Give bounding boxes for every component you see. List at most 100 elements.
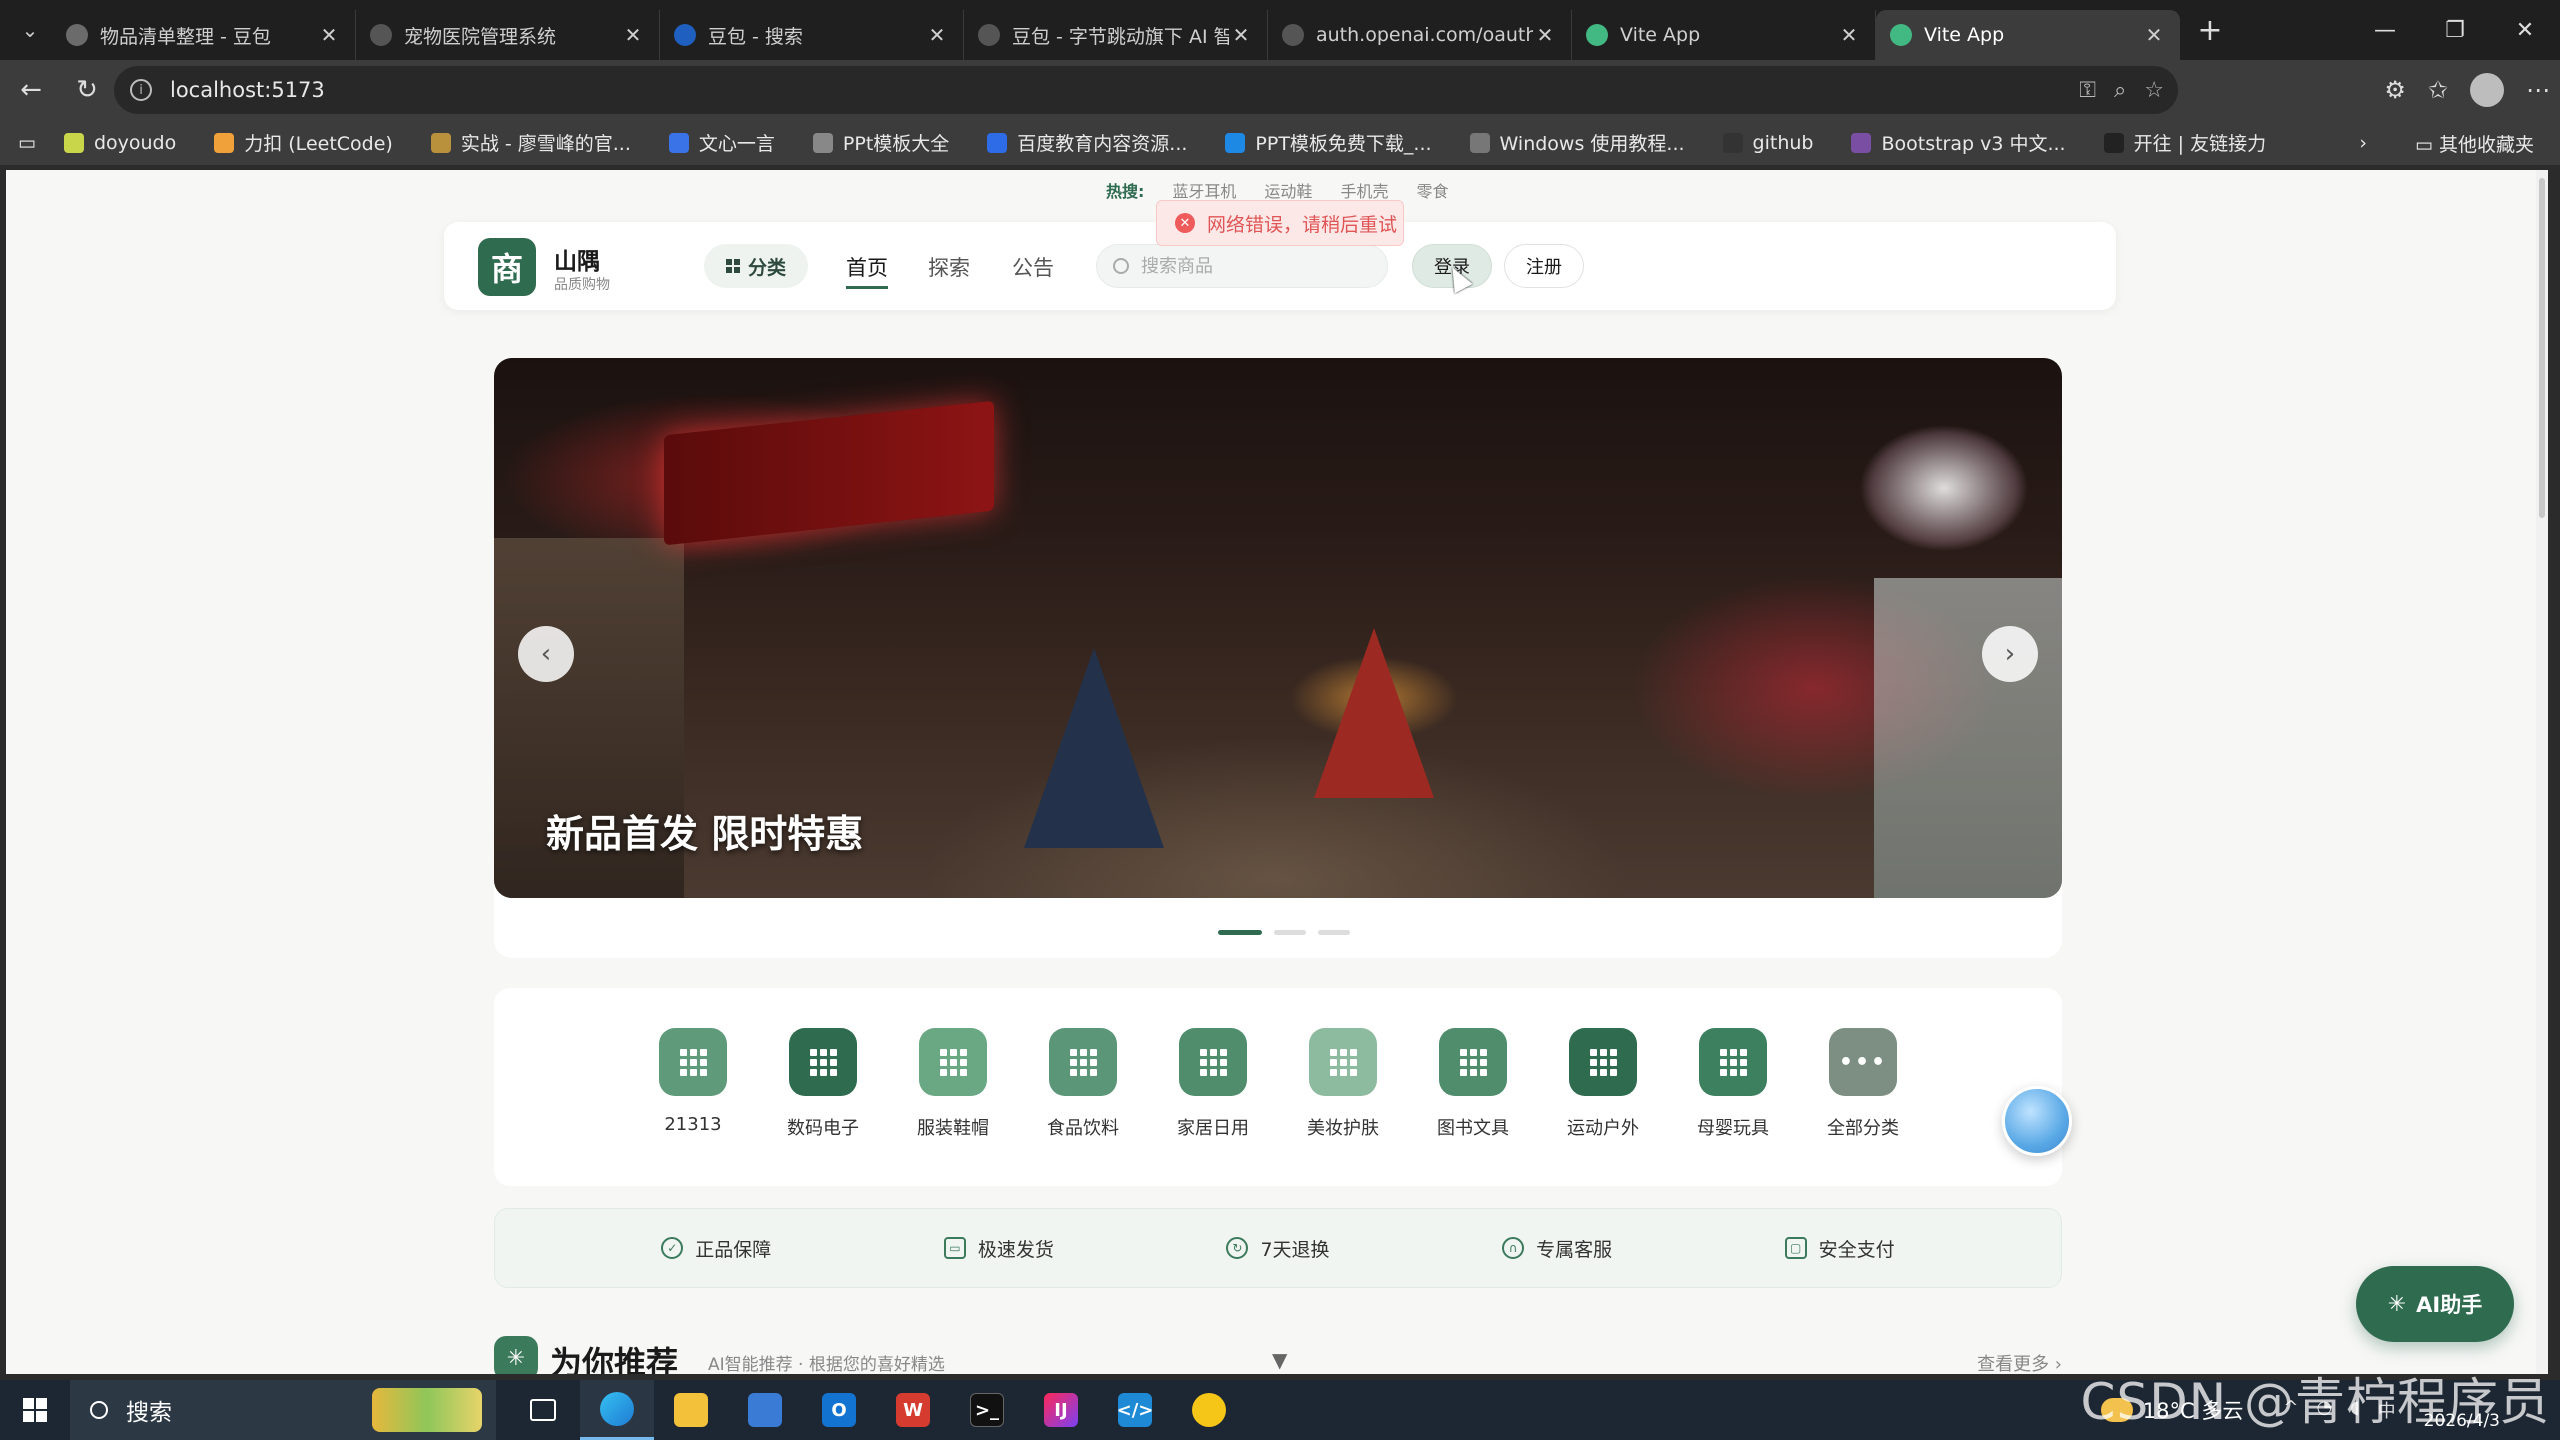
browser-tab[interactable]: 豆包 - 字节跳动旗下 AI 智能 ✕ xyxy=(964,10,1268,60)
browser-tab[interactable]: Vite App ✕ xyxy=(1572,10,1876,60)
tab-close-icon[interactable]: ✕ xyxy=(1229,23,1253,47)
wps-icon[interactable]: W xyxy=(876,1380,950,1440)
app-icon[interactable] xyxy=(1172,1380,1246,1440)
bookmark-item[interactable]: 文心一言 xyxy=(668,129,775,156)
store-icon[interactable] xyxy=(728,1380,802,1440)
intellij-icon[interactable]: IJ xyxy=(1024,1380,1098,1440)
tab-close-icon[interactable]: ✕ xyxy=(1837,23,1861,47)
browser-tab[interactable]: 物品清单整理 - 豆包 ✕ xyxy=(52,10,356,60)
hot-search-item[interactable]: 手机壳 xyxy=(1340,178,1388,202)
nav-explore[interactable]: 探索 xyxy=(928,252,970,282)
search-box[interactable] xyxy=(1096,244,1388,288)
category-item[interactable]: 母婴玩具 xyxy=(1697,1028,1769,1186)
carousel-dot[interactable] xyxy=(1318,930,1350,935)
star-icon[interactable]: ☆ xyxy=(2144,78,2164,103)
category-item[interactable]: 数码电子 xyxy=(787,1028,859,1186)
hot-search-item[interactable]: 蓝牙耳机 xyxy=(1172,178,1236,202)
category-item[interactable]: 21313 xyxy=(659,1028,727,1186)
bookmark-favicon-icon xyxy=(214,132,235,153)
category-label: 运动户外 xyxy=(1567,1118,1639,1139)
ai-assistant-button[interactable]: ✳ AI助手 xyxy=(2356,1266,2514,1342)
restore-icon[interactable]: ❐ xyxy=(2420,0,2490,60)
favorites-icon[interactable]: ✩ xyxy=(2428,76,2448,104)
bookmarks-overflow-icon[interactable]: › xyxy=(2359,132,2367,154)
nav-home[interactable]: 首页 xyxy=(846,252,888,289)
carousel-dot[interactable] xyxy=(1274,930,1306,935)
tab-search-icon[interactable]: ⌄ xyxy=(8,8,52,52)
tab-close-icon[interactable]: ✕ xyxy=(1533,23,1557,47)
start-button[interactable] xyxy=(0,1380,70,1440)
recommend-subtitle: AI智能推荐 · 根据您的喜好精选 xyxy=(708,1355,945,1374)
url-text[interactable]: localhost:5173 xyxy=(170,78,325,102)
outlook-icon[interactable]: O xyxy=(802,1380,876,1440)
edge-icon[interactable] xyxy=(580,1380,654,1440)
page-scrollbar[interactable] xyxy=(2536,170,2548,1374)
key-icon[interactable]: ⚿ xyxy=(2079,78,2096,103)
bookmark-item[interactable]: PPt模板大全 xyxy=(812,129,949,156)
back-icon[interactable]: ← xyxy=(6,65,56,115)
category-item[interactable]: 食品饮料 xyxy=(1047,1028,1119,1186)
category-item[interactable]: 运动户外 xyxy=(1567,1028,1639,1186)
hot-search-item[interactable]: 零食 xyxy=(1416,178,1448,202)
category-item[interactable]: 家居日用 xyxy=(1177,1028,1249,1186)
terminal-icon[interactable]: >_ xyxy=(950,1380,1024,1440)
banner-image[interactable]: 新品首发 限时特惠 ‹ › xyxy=(494,358,2062,898)
grid-icon xyxy=(1049,1028,1117,1096)
bookmarks-toggle-icon[interactable]: ▭ xyxy=(18,132,36,154)
site-info-icon[interactable]: i xyxy=(130,79,152,101)
bookmark-item[interactable]: Windows 使用教程... xyxy=(1469,129,1685,156)
nav-announcement[interactable]: 公告 xyxy=(1012,252,1054,282)
browser-tab[interactable]: 豆包 - 搜索 ✕ xyxy=(660,10,964,60)
carousel-next-icon[interactable]: › xyxy=(1982,626,2038,682)
scroll-down-icon[interactable]: ▼ xyxy=(1272,1348,1287,1372)
bookmark-item[interactable]: Bootstrap v3 中文... xyxy=(1851,129,2066,156)
zoom-icon[interactable]: ⌕ xyxy=(2114,78,2126,103)
vscode-icon[interactable]: </> xyxy=(1098,1380,1172,1440)
carousel-dot[interactable] xyxy=(1218,930,1262,935)
tab-title: Vite App xyxy=(1924,24,2005,46)
category-item[interactable]: 服装鞋帽 xyxy=(917,1028,989,1186)
category-button[interactable]: 分类 xyxy=(704,244,808,288)
new-tab-button[interactable]: + xyxy=(2188,8,2232,52)
category-item[interactable]: ••• 全部分类 xyxy=(1827,1028,1899,1186)
register-button[interactable]: 注册 xyxy=(1504,244,1584,288)
logo[interactable]: 商 xyxy=(478,238,536,296)
bookmark-item[interactable]: PPT模板免费下载_... xyxy=(1225,129,1432,156)
other-bookmarks[interactable]: ▭ 其他收藏夹 xyxy=(2415,130,2534,157)
task-view-icon[interactable] xyxy=(506,1380,580,1440)
window-controls: — ❐ ✕ xyxy=(2350,0,2560,60)
bookmark-item[interactable]: 力扣 (LeetCode) xyxy=(214,129,393,156)
profile-avatar[interactable] xyxy=(2470,73,2504,107)
menu-icon[interactable]: ⋯ xyxy=(2526,76,2550,104)
more-icon: ••• xyxy=(1829,1028,1897,1096)
bookmark-item[interactable]: 实战 - 廖雪峰的官... xyxy=(430,129,631,156)
tab-close-icon[interactable]: ✕ xyxy=(621,23,645,47)
tab-close-icon[interactable]: ✕ xyxy=(317,23,341,47)
close-window-icon[interactable]: ✕ xyxy=(2490,0,2560,60)
browser-tab[interactable]: 宠物医院管理系统 ✕ xyxy=(356,10,660,60)
reload-icon[interactable]: ↻ xyxy=(62,65,112,115)
tab-close-icon[interactable]: ✕ xyxy=(925,23,949,47)
view-more-link[interactable]: 查看更多 › xyxy=(1977,1350,2062,1374)
hot-search-item[interactable]: 运动鞋 xyxy=(1264,178,1312,202)
browser-tab[interactable]: Vite App ✕ xyxy=(1876,10,2180,60)
scrollbar-thumb[interactable] xyxy=(2539,178,2545,518)
browser-tab[interactable]: auth.openai.com/oauth/auth✕ xyxy=(1268,10,1572,60)
minimize-icon[interactable]: — xyxy=(2350,0,2420,60)
bookmark-item[interactable]: 百度教育内容资源... xyxy=(987,129,1187,156)
category-item[interactable]: 图书文具 xyxy=(1437,1028,1509,1186)
bookmark-label: PPT模板免费下载_... xyxy=(1255,133,1432,155)
tab-close-icon[interactable]: ✕ xyxy=(2142,23,2166,47)
bookmark-item[interactable]: doyoudo xyxy=(63,129,176,156)
carousel-prev-icon[interactable]: ‹ xyxy=(518,626,574,682)
omnibox[interactable]: i localhost:5173 ⚿ ⌕ ☆ xyxy=(114,66,2178,114)
search-input[interactable] xyxy=(1141,255,1371,277)
bookmark-favicon-icon xyxy=(987,132,1008,153)
floating-assistant-ball[interactable] xyxy=(2002,1086,2072,1156)
taskbar-search[interactable]: 搜索 xyxy=(70,1380,496,1440)
extensions-icon[interactable]: ⚙ xyxy=(2384,76,2406,104)
file-explorer-icon[interactable] xyxy=(654,1380,728,1440)
bookmark-item[interactable]: github xyxy=(1722,129,1813,156)
category-item[interactable]: 美妆护肤 xyxy=(1307,1028,1379,1186)
bookmark-item[interactable]: 开往 | 友链接力 xyxy=(2103,129,2266,156)
